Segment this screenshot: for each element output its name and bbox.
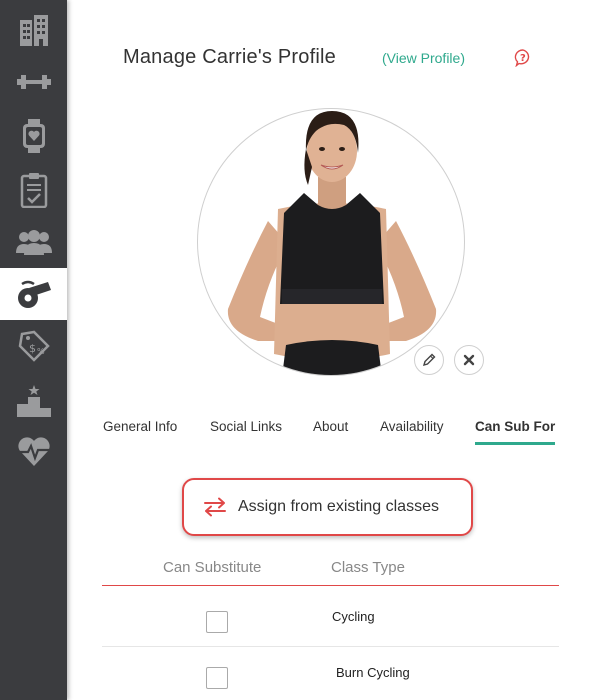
table-header-divider (102, 585, 559, 586)
class-type-cell: Burn Cycling (336, 665, 410, 680)
sidebar-item-facilities[interactable] (0, 4, 67, 56)
close-icon (463, 354, 475, 366)
remove-photo-button[interactable] (454, 345, 484, 375)
tab-general-info[interactable]: General Info (103, 419, 177, 442)
row-divider (102, 646, 559, 647)
building-icon (19, 15, 48, 46)
substitute-checkbox[interactable] (206, 611, 228, 633)
edit-photo-button[interactable] (414, 345, 444, 375)
assign-button-label: Assign from existing classes (238, 498, 439, 515)
svg-text:?: ? (520, 53, 526, 64)
column-header-can-substitute: Can Substitute (163, 559, 262, 576)
profile-photo (227, 111, 437, 375)
sidebar-item-instructors[interactable] (0, 268, 67, 320)
sidebar-item-checklist[interactable] (0, 164, 67, 216)
substitute-checkbox[interactable] (206, 667, 228, 689)
smartwatch-heart-icon (22, 119, 45, 153)
money-tag-icon: $ % (18, 330, 50, 362)
view-profile-link[interactable]: (View Profile) (382, 50, 465, 66)
tab-availability[interactable]: Availability (380, 419, 444, 442)
tab-can-sub-for[interactable]: Can Sub For (475, 419, 556, 445)
question-bubble-icon[interactable]: ? (514, 49, 532, 67)
column-header-class-type: Class Type (331, 559, 405, 576)
dumbbell-icon (16, 75, 51, 89)
podium-icon (16, 385, 51, 417)
whistle-icon (17, 280, 51, 308)
avatar (197, 108, 465, 376)
class-type-cell: Cycling (332, 609, 375, 624)
tab-about[interactable]: About (313, 419, 348, 442)
svg-text:%: % (37, 347, 45, 356)
svg-text:$: $ (29, 342, 36, 355)
page-title: Manage Carrie's Profile (123, 46, 336, 68)
profile-tabs: General Info Social Links About Availabi… (0, 419, 609, 449)
sidebar-item-pricing[interactable]: $ % (0, 320, 67, 372)
pencil-icon (422, 353, 436, 367)
sidebar: $ % (0, 0, 67, 700)
group-icon (15, 230, 52, 255)
clipboard-check-icon (20, 173, 47, 208)
assign-existing-classes-button[interactable]: Assign from existing classes (182, 478, 473, 536)
swap-arrows-icon (204, 497, 226, 517)
sidebar-item-members[interactable] (0, 216, 67, 268)
tab-social-links[interactable]: Social Links (210, 419, 282, 442)
sidebar-item-tracking[interactable] (0, 110, 67, 162)
sidebar-item-workouts[interactable] (0, 56, 67, 108)
